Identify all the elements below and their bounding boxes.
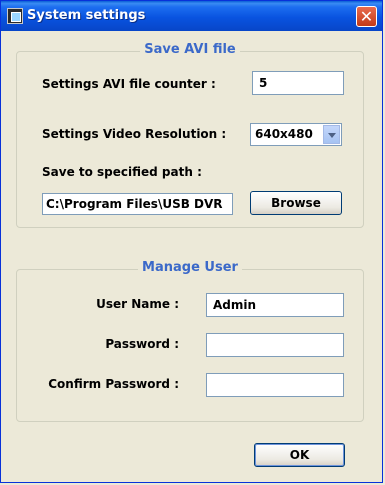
avi-counter-input[interactable]: 5 [252, 71, 344, 95]
avi-counter-label: Settings AVI file counter : [42, 77, 216, 91]
video-resolution-label: Settings Video Resolution : [42, 127, 227, 141]
username-input[interactable]: Admin [206, 293, 344, 317]
video-resolution-value: 640x480 [255, 127, 313, 141]
username-label: User Name : [96, 297, 179, 311]
confirm-password-input[interactable] [206, 373, 344, 397]
confirm-password-label: Confirm Password : [48, 377, 179, 391]
password-input[interactable] [206, 333, 344, 357]
close-icon: ✕ [359, 7, 374, 26]
save-path-input[interactable]: C:\Program Files\USB DVR [42, 193, 233, 215]
app-window-icon [7, 8, 23, 24]
password-label: Password : [105, 337, 179, 351]
save-avi-legend: Save AVI file [140, 42, 240, 57]
window-title: System settings [27, 8, 146, 23]
video-resolution-select[interactable]: 640x480 [250, 123, 342, 146]
manage-user-legend: Manage User [138, 260, 242, 275]
system-settings-dialog: System settings ✕ Save AVI file Settings… [0, 0, 383, 483]
chevron-down-icon[interactable] [323, 125, 340, 144]
ok-button[interactable]: OK [254, 443, 345, 467]
browse-button[interactable]: Browse [250, 191, 342, 215]
close-button[interactable]: ✕ [356, 6, 377, 27]
save-path-label: Save to specified path : [42, 165, 202, 179]
title-bar[interactable]: System settings ✕ [1, 1, 382, 31]
